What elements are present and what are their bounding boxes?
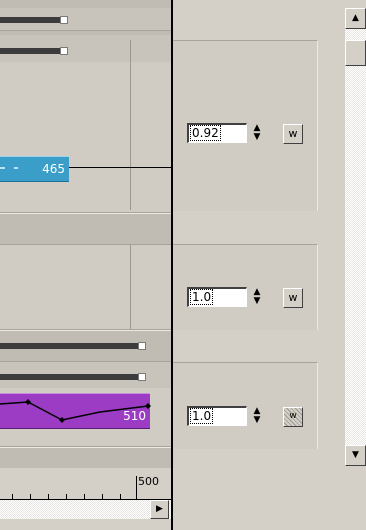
time-ruler[interactable]: 500: [0, 468, 172, 500]
vertical-scroll-thumb[interactable]: [345, 40, 366, 66]
track-3-w-label: w: [289, 411, 297, 421]
track-1-w-label: w: [288, 127, 298, 140]
vertical-scrollbar[interactable]: ▲ ▼: [345, 8, 366, 466]
track-1-lane[interactable]: [0, 62, 172, 212]
envelope-point[interactable]: [145, 403, 151, 409]
track-1-clip-value: 465: [42, 162, 65, 176]
track-1-lane-marker: [130, 40, 131, 210]
track-1-level-handle-top[interactable]: [60, 16, 68, 24]
horizontal-scrollbar[interactable]: ▶: [0, 500, 172, 519]
track-1-top-header: [0, 0, 172, 8]
track-3-level-bar: [0, 374, 138, 380]
timeline-window: 465 510 0.92 ▲ ▼ w 1.0 ▲ ▼ w 1.0 ▲ ▼ w ▲…: [0, 0, 366, 530]
track-3-volume-input[interactable]: 1.0: [187, 406, 247, 426]
track-2-w-label: w: [288, 291, 298, 304]
track-controls-panel: 0.92 ▲ ▼ w 1.0 ▲ ▼ w 1.0 ▲ ▼ w: [173, 0, 345, 468]
scroll-down-button[interactable]: ▼: [345, 445, 366, 466]
envelope-point[interactable]: [25, 399, 31, 405]
track-2-volume-spinner[interactable]: ▲ ▼: [251, 288, 263, 308]
scroll-right-button[interactable]: ▶: [150, 500, 169, 519]
track-1-volume-input[interactable]: 0.92: [187, 123, 247, 143]
track-3-level-handle-top[interactable]: [138, 342, 146, 350]
track-3-envelope[interactable]: [0, 392, 172, 432]
ruler-label-500: 500: [138, 475, 159, 488]
track-2-header: [0, 214, 172, 244]
scroll-down-arrow-icon: ▼: [352, 450, 359, 460]
track-1-clip[interactable]: 465: [0, 156, 69, 182]
envelope-point[interactable]: [59, 417, 65, 423]
track-2-lane[interactable]: [0, 245, 172, 329]
track-area[interactable]: 465 510: [0, 0, 172, 468]
track-2-volume-value: 1.0: [189, 289, 214, 305]
track-3-level-handle[interactable]: [138, 373, 146, 381]
track-1-level-bar-top: [0, 17, 60, 23]
track-2-lane-marker: [130, 244, 131, 329]
track-2-w-button[interactable]: w: [283, 288, 303, 308]
playhead-line[interactable]: [171, 0, 173, 530]
track-1-level-handle[interactable]: [60, 47, 68, 55]
track-1-volume-value: 0.92: [190, 125, 221, 141]
bottom-area: 500 ▶: [0, 468, 366, 530]
track-1-band-strip: [0, 31, 172, 35]
track-1-clip-marker: [0, 167, 5, 169]
track-1-clip-marker: [14, 167, 18, 169]
track-3-envelope-line: [0, 401, 149, 421]
track-3-level-bar-top: [0, 343, 138, 349]
track-4-header: [0, 448, 172, 468]
track-1-envelope-line: [66, 167, 172, 168]
track-1-volume-spinner[interactable]: ▲ ▼: [251, 124, 263, 144]
ruler-major-tick: [136, 476, 137, 499]
track-3-w-button[interactable]: w: [283, 407, 303, 427]
scroll-up-button[interactable]: ▲: [345, 8, 366, 29]
track-1-w-button[interactable]: w: [283, 124, 303, 144]
track-3-volume-spinner[interactable]: ▲ ▼: [251, 407, 263, 427]
track-3-volume-value: 1.0: [189, 408, 214, 424]
scroll-up-arrow-icon: ▲: [352, 13, 359, 23]
spinner-down-icon[interactable]: ▼: [251, 416, 263, 425]
scroll-right-arrow-icon: ▶: [156, 504, 163, 514]
track-2-volume-input[interactable]: 1.0: [187, 287, 247, 307]
track-1-level-bar: [0, 48, 60, 54]
spinner-down-icon[interactable]: ▼: [251, 297, 263, 306]
spinner-down-icon[interactable]: ▼: [251, 133, 263, 142]
separator: [0, 361, 172, 362]
